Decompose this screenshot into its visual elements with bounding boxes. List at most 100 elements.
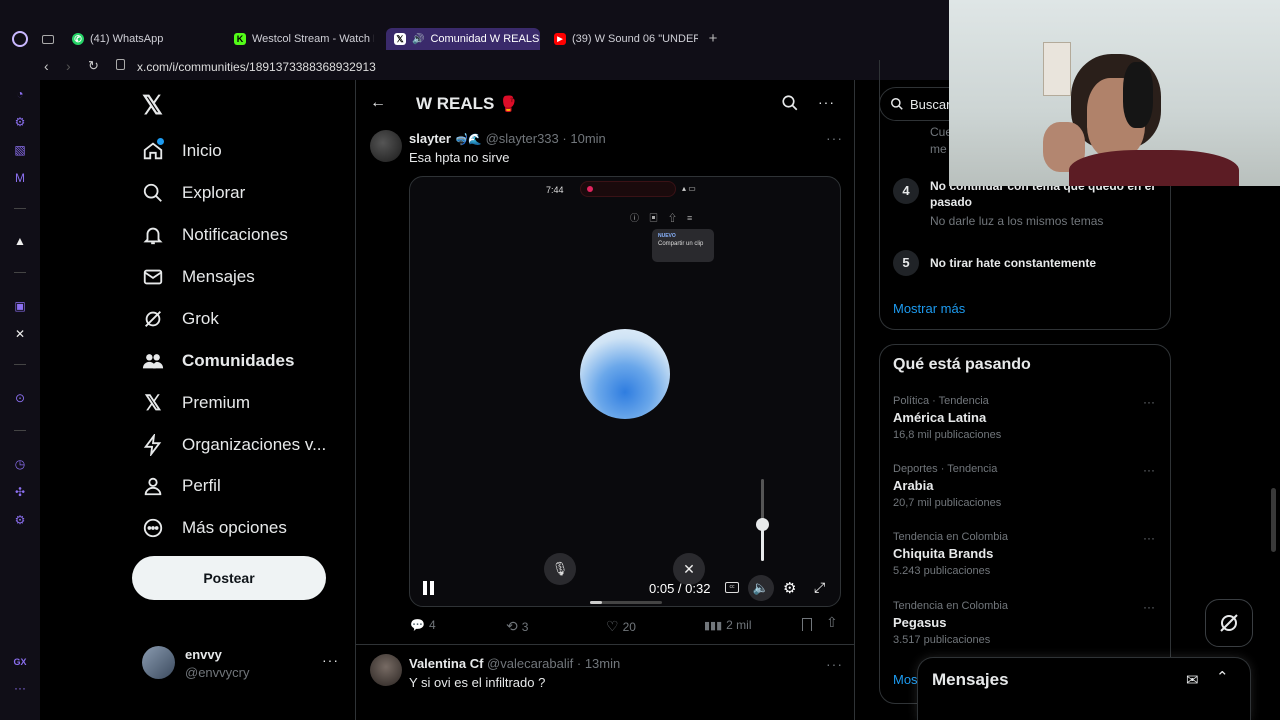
- community-title-text: W REALS: [416, 94, 495, 113]
- lightning-icon: [142, 434, 164, 456]
- forward-icon[interactable]: ›: [66, 58, 71, 74]
- video-progress[interactable]: [590, 601, 662, 604]
- trend-item[interactable]: Política · Tendencia América Latina 16,8…: [893, 395, 1163, 441]
- tab-w-sound[interactable]: ▶ (39) W Sound 06 "UNDER: [546, 28, 698, 50]
- post-more-icon[interactable]: ···: [826, 656, 843, 672]
- settings-gear-icon[interactable]: ⚙: [783, 579, 796, 597]
- scrollbar[interactable]: [1271, 488, 1276, 552]
- trend-count: 20,7 mil publicaciones: [893, 497, 1002, 509]
- speaker-icon[interactable]: 🔊: [412, 34, 424, 45]
- repost-button[interactable]: ⟲ 3: [506, 618, 528, 635]
- post[interactable]: Valentina Cf @valecarabalif · 13min ··· …: [356, 648, 854, 720]
- nav-explorar[interactable]: Explorar: [142, 173, 245, 213]
- x-logo-icon[interactable]: 𝕏: [142, 92, 168, 118]
- tab-comunidad-w-reals[interactable]: 𝕏 🔊 Comunidad W REALS: [386, 28, 540, 50]
- bookmark-icon[interactable]: [802, 618, 812, 631]
- tab-label: (39) W Sound 06 "UNDER: [572, 33, 698, 45]
- reload-icon[interactable]: ↻: [88, 58, 99, 74]
- nav-inicio[interactable]: Inicio: [142, 131, 222, 171]
- back-icon[interactable]: ‹: [44, 58, 49, 74]
- wall-poster: [1043, 42, 1071, 96]
- kick-icon: K: [234, 33, 246, 45]
- volume-icon[interactable]: 🔈: [748, 575, 774, 601]
- messages-title: Mensajes: [932, 670, 1009, 689]
- trend-show-more-link[interactable]: Mos: [893, 672, 918, 687]
- history-icon[interactable]: ◷: [12, 456, 28, 472]
- fullscreen-icon[interactable]: ⤢: [814, 579, 825, 596]
- tab-westcol-stream[interactable]: K Westcol Stream - Watch L: [226, 28, 374, 50]
- trend-category: Tendencia en Colombia: [893, 600, 1008, 612]
- views-button[interactable]: ▮▮▮ 2 mil: [704, 618, 752, 632]
- post-author[interactable]: slayter: [409, 131, 451, 146]
- post-handle[interactable]: @valecarabalif: [487, 656, 573, 671]
- nav-label: Notificaciones: [182, 225, 288, 244]
- trend-more-icon[interactable]: ···: [1143, 395, 1155, 409]
- post-time[interactable]: 13min: [585, 656, 620, 671]
- share-icon[interactable]: ⇧: [826, 614, 838, 631]
- crypto-wallet-icon[interactable]: ⚙: [12, 114, 28, 130]
- rule-number: 5: [893, 250, 919, 276]
- url-text[interactable]: x.com/i/communities/1891373388368932913: [137, 60, 376, 74]
- x-app-icon[interactable]: ✕: [12, 326, 28, 342]
- reply-button[interactable]: 💬 4: [410, 618, 436, 632]
- new-tab-button[interactable]: +: [704, 30, 722, 48]
- aria-icon[interactable]: ◔: [12, 86, 28, 102]
- nav-mas-opciones[interactable]: Más opciones: [142, 508, 287, 548]
- volume-knob[interactable]: [756, 518, 769, 531]
- post-handle[interactable]: @slayter333: [486, 131, 559, 146]
- mic-button[interactable]: 🎙: [544, 553, 576, 585]
- trend-item[interactable]: Deportes · Tendencia Arabia 20,7 mil pub…: [893, 463, 1163, 509]
- nav-mensajes[interactable]: Mensajes: [142, 257, 255, 297]
- show-more-link[interactable]: Mostrar más: [893, 301, 965, 316]
- messages-drawer[interactable]: Mensajes ✉ ⌃: [917, 657, 1251, 720]
- account-more-icon[interactable]: ···: [322, 652, 339, 668]
- video-player[interactable]: 7:44 ▴ ▭ ⓘ▣⇧≡ NUEVO Compartir un clip 🎙 …: [409, 176, 841, 607]
- community-more-icon[interactable]: ···: [818, 94, 835, 110]
- post-more-icon[interactable]: ···: [826, 130, 843, 146]
- tab-whatsapp[interactable]: ✆ (41) WhatsApp: [64, 28, 224, 50]
- twitch-icon[interactable]: ▣: [12, 298, 28, 314]
- grok-floating-button[interactable]: [1205, 599, 1253, 647]
- trend-name: Chiquita Brands: [893, 546, 994, 561]
- trend-item[interactable]: Tendencia en Colombia Chiquita Brands 5.…: [893, 531, 1163, 577]
- back-arrow-icon[interactable]: ←: [370, 94, 386, 112]
- expand-chevrons-icon[interactable]: ⌃: [1216, 668, 1229, 686]
- pause-icon[interactable]: [422, 581, 436, 595]
- settings-icon[interactable]: ⚙: [12, 512, 28, 528]
- tab-overview-icon[interactable]: [42, 35, 54, 44]
- avatar[interactable]: [370, 654, 402, 686]
- post-button[interactable]: Postear: [132, 556, 326, 600]
- more-icon[interactable]: ···: [12, 680, 28, 696]
- trend-more-icon[interactable]: ···: [1143, 463, 1155, 477]
- gx-icon[interactable]: GX: [12, 654, 28, 670]
- new-message-icon[interactable]: ✉: [1186, 671, 1199, 689]
- post[interactable]: slayter 🤿🌊 @slayter333 · 10min ··· Esa h…: [356, 124, 854, 644]
- trend-count: 5.243 publicaciones: [893, 565, 991, 577]
- nav-grok[interactable]: Grok: [142, 299, 219, 339]
- extensions-icon[interactable]: ✣: [12, 484, 28, 500]
- nav-premium[interactable]: 𝕏 Premium: [142, 383, 250, 423]
- trend-more-icon[interactable]: ···: [1143, 600, 1155, 614]
- pinboard-icon[interactable]: ▧: [12, 142, 28, 158]
- x-icon: 𝕏: [394, 33, 406, 45]
- nav-perfil[interactable]: Perfil: [142, 466, 221, 506]
- community-search-icon[interactable]: [781, 94, 799, 117]
- popup-badge: NUEVO: [658, 233, 676, 239]
- nav-notificaciones[interactable]: Notificaciones: [142, 215, 288, 255]
- post-time[interactable]: 10min: [570, 131, 605, 146]
- account-name: envvy: [185, 647, 222, 662]
- captions-icon[interactable]: cc: [725, 582, 739, 593]
- trend-more-icon[interactable]: ···: [1143, 531, 1155, 545]
- player-icon[interactable]: ⊙: [12, 390, 28, 406]
- messenger-icon[interactable]: M: [12, 170, 28, 186]
- account-switcher[interactable]: envvy @envvycry ···: [142, 644, 342, 684]
- post-author[interactable]: Valentina Cf: [409, 656, 483, 671]
- avatar[interactable]: [370, 130, 402, 162]
- kick-app-icon[interactable]: ▲: [12, 233, 28, 249]
- trend-item[interactable]: Tendencia en Colombia Pegasus 3.517 publ…: [893, 600, 1163, 646]
- opera-logo-icon[interactable]: [12, 31, 28, 47]
- nav-comunidades[interactable]: Comunidades: [142, 341, 294, 381]
- like-button[interactable]: ♡ 20: [606, 618, 636, 635]
- nav-organizaciones[interactable]: Organizaciones v...: [142, 425, 326, 465]
- repost-icon: ⟲: [506, 618, 518, 634]
